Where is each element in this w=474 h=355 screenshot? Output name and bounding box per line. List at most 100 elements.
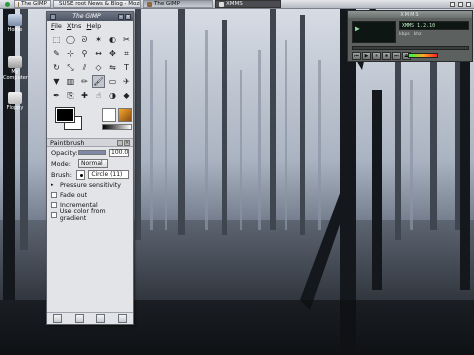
opacity-slider[interactable] <box>78 150 106 155</box>
mode-label: Mode: <box>51 159 71 168</box>
scale-icon[interactable]: ⤡ <box>64 61 77 74</box>
task-mozilla[interactable]: SUSE root News & Blog - Mozi <box>53 0 141 8</box>
fade-out-checkbox[interactable]: Fade out <box>47 190 133 200</box>
task-label: SUSE root News & Blog - Mozi <box>59 1 141 7</box>
tool-options-title: Paintbrush <box>50 138 85 147</box>
checkbox-box[interactable] <box>51 192 57 198</box>
mode-row: Mode: Normal <box>47 158 133 169</box>
play-button[interactable]: ▶ <box>362 52 371 60</box>
color-from-gradient-checkbox[interactable]: Use color from gradient <box>47 208 133 222</box>
dodge-burn-icon[interactable]: ◑ <box>106 89 119 102</box>
next-button[interactable]: ⏭ <box>392 52 401 60</box>
pause-button[interactable]: ⏸ <box>372 52 381 60</box>
move-icon[interactable]: ✥ <box>106 47 119 60</box>
checkbox-label: Fade out <box>60 191 88 199</box>
bucket-fill-icon[interactable]: ▼ <box>50 75 63 88</box>
convolve-icon[interactable]: ◆ <box>120 89 133 102</box>
minimize-icon[interactable]: – <box>118 13 124 20</box>
magic-wand-icon[interactable]: ✶ <box>92 33 105 46</box>
xmms-player-window: XMMS ▶ XMMS 1.2.10 kbps khz ⏮ ▶ ⏸ ⏹ ⏭ ⏏ <box>347 10 473 62</box>
foreground-color-swatch[interactable] <box>55 107 75 123</box>
tray-icon[interactable] <box>458 1 463 7</box>
color-select-icon[interactable]: ◐ <box>106 33 119 46</box>
scissors-icon[interactable]: ✂ <box>120 33 133 46</box>
reset-options-icon[interactable] <box>117 314 127 323</box>
brush-name: Circle (11) <box>88 170 129 179</box>
desktop-icon-computer[interactable]: My Computer <box>3 56 28 81</box>
xmms-icon <box>219 1 224 7</box>
start-menu-button[interactable] <box>0 0 14 9</box>
xmms-song-title[interactable]: XMMS 1.2.10 <box>399 21 469 30</box>
toolbox-menubar: File Xtns Help <box>47 21 133 31</box>
window-title: The GIMP <box>72 13 101 20</box>
ellipse-select-icon[interactable]: ◯ <box>64 33 77 46</box>
save-options-icon[interactable] <box>53 314 63 323</box>
brush-selector[interactable] <box>76 169 86 180</box>
checkbox-box[interactable] <box>51 202 57 208</box>
brush-preview[interactable] <box>102 108 116 122</box>
xmms-titlebar[interactable]: XMMS <box>348 11 472 18</box>
opacity-label: Opacity: <box>51 148 78 157</box>
khz-label: khz <box>413 32 422 37</box>
gradient-preview[interactable] <box>102 124 132 130</box>
measure-icon[interactable]: ↔ <box>92 47 105 60</box>
menu-help[interactable]: Help <box>86 22 101 30</box>
xmms-seek-bar[interactable] <box>352 46 469 50</box>
menu-file[interactable]: File <box>51 22 62 30</box>
desktop-icon-floppy[interactable]: Floppy <box>3 92 27 111</box>
close-icon[interactable]: × <box>125 13 131 20</box>
desktop-icon-label: Home <box>7 27 23 33</box>
task-label: The GIMP <box>154 1 180 7</box>
blend-icon[interactable]: ▥ <box>64 75 77 88</box>
pressure-sensitivity-expander[interactable]: ▸ Pressure sensitivity <box>47 180 133 190</box>
ink-icon[interactable]: ✒ <box>50 89 63 102</box>
xmms-volume-slider[interactable] <box>408 53 438 58</box>
task-gimp-2[interactable]: The GIMP <box>143 0 213 8</box>
lasso-icon[interactable]: ᘐ <box>78 33 91 46</box>
rect-select-icon[interactable]: ⬚ <box>50 33 63 46</box>
toolbox-titlebar[interactable]: The GIMP – × <box>47 12 133 21</box>
text-icon[interactable]: T <box>120 61 133 74</box>
checkbox-box[interactable] <box>51 212 57 218</box>
task-label: XMMS <box>226 1 243 7</box>
menu-xtns[interactable]: Xtns <box>67 22 82 30</box>
xmms-controls: ⏮ ▶ ⏸ ⏹ ⏭ ⏏ <box>352 52 411 60</box>
xmms-time-display: ▶ <box>352 21 396 43</box>
airbrush-icon[interactable]: ✈ <box>120 75 133 88</box>
checkbox-label: Use color from gradient <box>59 208 106 222</box>
options-menu-icon[interactable] <box>117 139 123 146</box>
clone-icon[interactable]: ⎘ <box>64 89 77 102</box>
task-gimp-1[interactable]: The GIMP <box>14 0 51 8</box>
previous-button[interactable]: ⏮ <box>352 52 361 60</box>
task-xmms[interactable]: XMMS <box>215 0 281 8</box>
gimp-toolbox-window: The GIMP – × File Xtns Help ⬚ ◯ ᘐ ✶ ◐ ✂ ✎ ⊹ ⚲ ↔ ✥ ⌗… <box>46 11 134 325</box>
heal-icon[interactable]: ✚ <box>78 89 91 102</box>
pattern-preview[interactable] <box>118 108 132 122</box>
color-picker-icon[interactable]: ⊹ <box>64 47 77 60</box>
options-close-icon[interactable]: × <box>124 139 130 146</box>
tray-icon[interactable] <box>450 1 455 7</box>
crop-icon[interactable]: ⌗ <box>120 47 133 60</box>
tool-options-header: Paintbrush × <box>47 138 133 147</box>
flip-icon[interactable]: ⇋ <box>106 61 119 74</box>
perspective-icon[interactable]: ◇ <box>92 61 105 74</box>
mode-dropdown[interactable]: Normal <box>78 159 108 168</box>
color-area <box>50 106 132 136</box>
opacity-spinbox[interactable]: 100.0 <box>109 148 129 157</box>
tray-icon[interactable] <box>466 1 471 7</box>
desktop-icon-home[interactable]: Home <box>3 14 27 33</box>
smudge-icon[interactable]: ☝ <box>92 89 105 102</box>
zoom-icon[interactable]: ⚲ <box>78 47 91 60</box>
rotate-icon[interactable]: ↻ <box>50 61 63 74</box>
brush-row: Brush: Circle (11) <box>47 169 133 180</box>
delete-options-icon[interactable] <box>96 314 106 323</box>
pencil-icon[interactable]: ✏ <box>78 75 91 88</box>
eraser-icon[interactable]: ▭ <box>106 75 119 88</box>
stop-button[interactable]: ⏹ <box>382 52 391 60</box>
task-label: The GIMP <box>21 1 47 7</box>
paintbrush-icon[interactable]: 🖌 <box>92 75 105 88</box>
shear-icon[interactable]: ⫽ <box>78 61 91 74</box>
restore-options-icon[interactable] <box>74 314 84 323</box>
gimp-icon <box>147 1 152 7</box>
paths-icon[interactable]: ✎ <box>50 47 63 60</box>
